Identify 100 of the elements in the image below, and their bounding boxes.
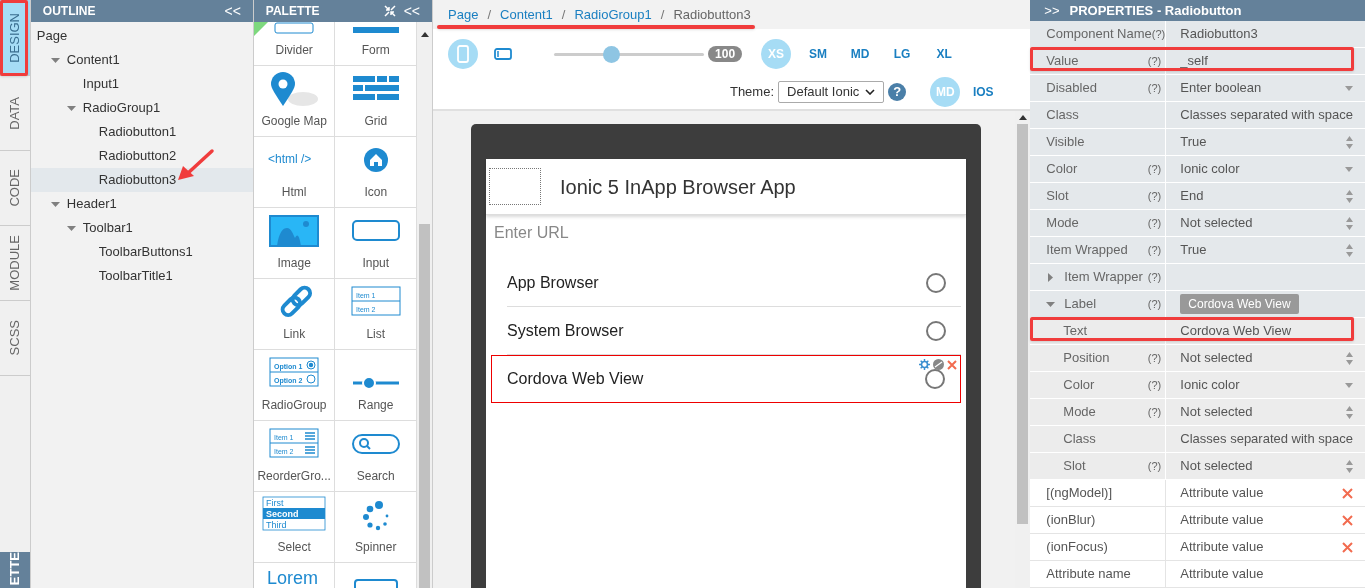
property-field[interactable]: Enter boolean — [1166, 75, 1365, 101]
side-tab[interactable]: DATA — [0, 76, 30, 151]
palette-item[interactable]: Image — [253, 208, 336, 279]
scroll-up-icon[interactable] — [1018, 115, 1027, 120]
tree-item[interactable]: Input1 — [30, 72, 253, 96]
breadcrumb-link[interactable]: Page — [448, 4, 479, 25]
spinner-arrows-icon[interactable] — [1346, 351, 1353, 365]
spinner-arrows-icon[interactable] — [1346, 459, 1353, 473]
theme-select[interactable]: Default Ionic — [778, 81, 885, 103]
caret-down-icon[interactable] — [66, 103, 76, 113]
attribute-value-field[interactable]: Attribute value — [1166, 534, 1365, 560]
close-icon[interactable] — [947, 359, 958, 370]
dropdown-caret-icon[interactable] — [1345, 166, 1353, 172]
side-tab[interactable]: ETTE — [0, 552, 30, 588]
scroll-up-icon[interactable] — [420, 32, 429, 37]
property-field[interactable]: True — [1166, 237, 1365, 263]
radio-button[interactable] — [926, 272, 947, 293]
breakpoint-button[interactable]: MD — [845, 39, 876, 69]
palette-item[interactable]: Divider — [253, 22, 336, 66]
property-field[interactable]: Classes separated with space — [1166, 102, 1365, 128]
breadcrumb-link[interactable]: Content1 — [500, 4, 553, 25]
spinner-arrows-icon[interactable] — [1346, 405, 1353, 419]
caret-right-icon[interactable] — [1046, 272, 1056, 282]
property-field[interactable]: End — [1166, 183, 1365, 209]
tree-item[interactable]: Toolbar1 — [30, 216, 253, 240]
tree-item[interactable]: Radiobutton2 — [30, 144, 253, 168]
radio-button[interactable] — [926, 320, 947, 341]
tree-item[interactable]: Radiobutton1 — [30, 120, 253, 144]
hide-icon[interactable] — [933, 359, 945, 370]
property-field[interactable]: Ionic color — [1166, 372, 1365, 398]
caret-down-icon[interactable] — [50, 55, 60, 65]
help-link[interactable]: (?) — [1151, 25, 1166, 43]
palette-item[interactable]: Link — [253, 279, 336, 350]
slider-thumb[interactable] — [603, 45, 621, 63]
scrollbar[interactable] — [417, 22, 433, 588]
help-link[interactable]: (?) — [1147, 457, 1162, 475]
tree-item[interactable]: ToolbarButtons1 — [30, 240, 253, 264]
help-button[interactable]: ? — [888, 83, 907, 101]
tree-item[interactable]: Header1 — [30, 192, 253, 216]
help-link[interactable]: (?) — [1147, 349, 1162, 367]
side-tab[interactable]: MODULE — [0, 226, 30, 301]
help-link[interactable]: (?) — [1147, 52, 1162, 70]
help-link[interactable]: (?) — [1147, 241, 1162, 259]
help-link[interactable]: (?) — [1147, 187, 1162, 205]
property-field[interactable]: Cordova Web View — [1166, 318, 1365, 344]
breakpoint-button[interactable]: SM — [803, 39, 834, 69]
breadcrumb-link[interactable]: Radiobutton3 — [673, 4, 751, 25]
help-link[interactable]: (?) — [1147, 160, 1162, 178]
side-tab[interactable]: CODE — [0, 151, 30, 226]
side-tab[interactable]: SCSS — [0, 301, 30, 376]
property-field[interactable]: Classes separated with space — [1166, 426, 1365, 452]
palette-item[interactable]: <html /> Html — [253, 137, 336, 208]
radio-item[interactable]: Cordova Web View — [491, 355, 962, 403]
radio-item[interactable]: App Browser — [507, 259, 962, 307]
attribute-name-field[interactable]: [(ngModel)] — [1030, 480, 1167, 506]
help-link[interactable]: (?) — [1147, 268, 1162, 286]
caret-down-icon[interactable] — [66, 223, 76, 233]
spinner-arrows-icon[interactable] — [1346, 135, 1353, 149]
palette-item[interactable]: Lorem — [253, 563, 336, 588]
remove-icon[interactable] — [1342, 514, 1353, 526]
property-field[interactable]: Not selected — [1166, 345, 1365, 371]
help-link[interactable]: (?) — [1147, 295, 1162, 313]
breakpoint-button[interactable]: LG — [887, 39, 918, 69]
caret-down-icon[interactable] — [50, 199, 60, 209]
url-field[interactable]: Enter URL — [486, 215, 967, 251]
tree-item[interactable]: ToolbarTitle1 — [30, 264, 253, 288]
spinner-arrows-icon[interactable] — [1346, 189, 1353, 203]
mode-button[interactable]: IOS — [968, 77, 999, 107]
help-link[interactable]: (?) — [1147, 376, 1162, 394]
property-field[interactable]: Ionic color — [1166, 156, 1365, 182]
property-field[interactable]: Radiobutton3 — [1166, 21, 1365, 47]
attribute-value-field[interactable]: Attribute value — [1166, 561, 1365, 587]
tree-item[interactable]: RadioGroup1 — [30, 96, 253, 120]
property-field[interactable]: Not selected — [1166, 453, 1365, 479]
zoom-slider[interactable] — [554, 45, 705, 63]
collapse-button[interactable]: << — [403, 0, 421, 22]
property-field[interactable]: Not selected — [1166, 399, 1365, 425]
shrink-icon[interactable] — [383, 5, 396, 17]
attribute-name-field[interactable]: (ionFocus) — [1030, 534, 1167, 560]
property-field[interactable]: True — [1166, 129, 1365, 155]
tree-item[interactable]: Radiobutton3 — [30, 168, 253, 192]
property-field[interactable]: Not selected — [1166, 210, 1365, 236]
attribute-name-field[interactable]: (ionBlur) — [1030, 507, 1167, 533]
help-link[interactable]: (?) — [1147, 403, 1162, 421]
attribute-value-field[interactable]: Attribute value — [1166, 480, 1365, 506]
attribute-value-field[interactable]: Attribute value — [1166, 507, 1365, 533]
palette-item[interactable]: First Second Third Select — [253, 492, 336, 563]
breakpoint-button[interactable]: XL — [929, 39, 960, 69]
dropdown-caret-icon[interactable] — [1345, 382, 1353, 388]
spinner-arrows-icon[interactable] — [1346, 216, 1353, 230]
spinner-arrows-icon[interactable] — [1346, 243, 1353, 257]
attribute-name-field[interactable]: Attribute name — [1030, 561, 1167, 587]
collapse-button[interactable]: << — [224, 0, 241, 22]
palette-item[interactable]: Google Map — [253, 66, 336, 137]
breadcrumb-link[interactable]: RadioGroup1 — [574, 4, 652, 25]
expand-button[interactable]: >> — [1044, 0, 1060, 21]
tree-item[interactable]: Page — [30, 24, 253, 48]
dropdown-caret-icon[interactable] — [1345, 85, 1353, 91]
palette-item[interactable]: Grid — [335, 66, 418, 137]
remove-icon[interactable] — [1342, 541, 1353, 553]
